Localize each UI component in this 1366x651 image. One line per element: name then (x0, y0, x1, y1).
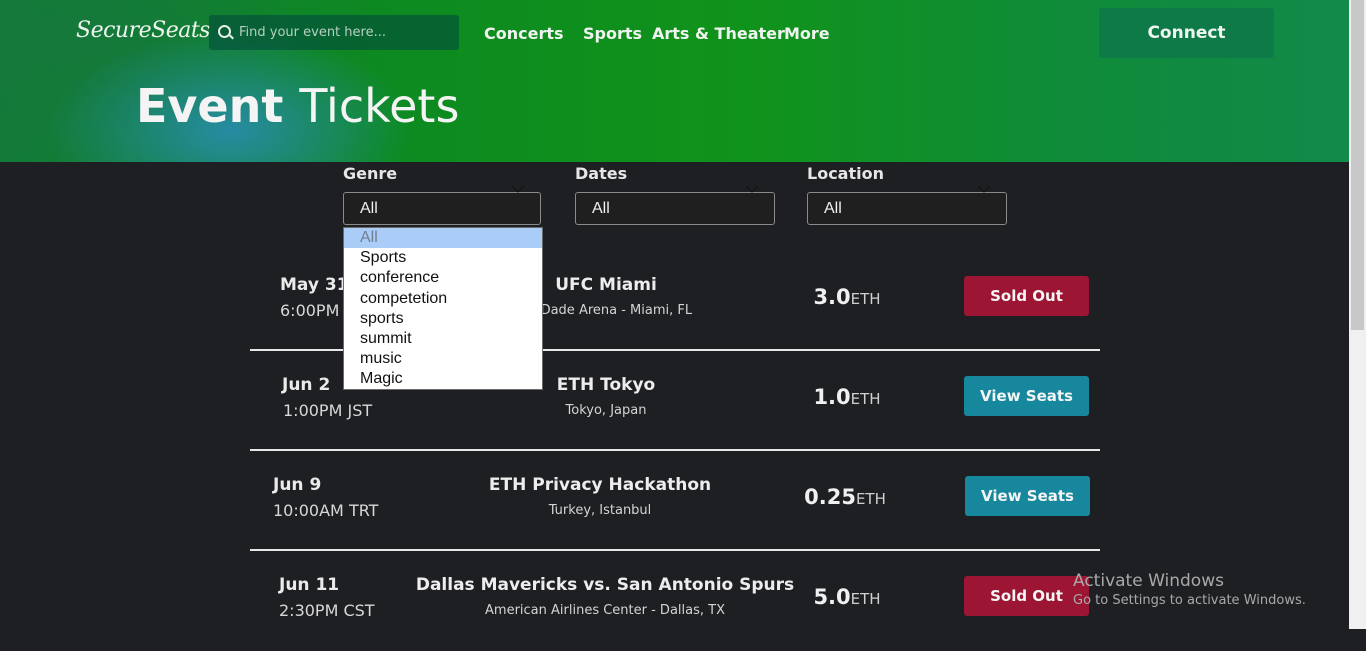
genre-select[interactable]: All (343, 181, 541, 225)
event-date: May 31 (280, 275, 349, 295)
dates-select-value: All (592, 200, 610, 217)
nav-concerts[interactable]: Concerts (484, 24, 564, 43)
search-box[interactable] (209, 15, 459, 50)
event-name[interactable]: ETH Privacy Hackathon (489, 475, 711, 495)
scrollbar-thumb[interactable] (1351, 0, 1364, 330)
activation-subtitle: Go to Settings to activate Windows. (1073, 593, 1306, 608)
event-date: Jun 9 (273, 475, 322, 495)
genre-select-value: All (360, 200, 378, 217)
price-unit: ETH (850, 390, 881, 408)
chevron-down-icon (512, 181, 524, 193)
event-time: 1:00PM JST (283, 401, 373, 420)
genre-option[interactable]: competetion (344, 289, 542, 309)
page-title-light: Tickets (299, 79, 460, 133)
connect-button[interactable]: Connect (1099, 8, 1274, 58)
genre-option[interactable]: sports (344, 309, 542, 329)
nav-sports[interactable]: Sports (583, 24, 642, 43)
chevron-down-icon (746, 181, 758, 193)
event-venue: American Airlines Center - Dallas, TX (485, 603, 725, 618)
price-unit: ETH (850, 290, 881, 308)
event-row: Jun 11 2:30PM CST Dallas Mavericks vs. S… (250, 551, 1100, 651)
event-venue: Turkey, Istanbul (548, 503, 652, 518)
price-amount: 3.0 (813, 285, 851, 309)
genre-option[interactable]: music (344, 349, 542, 369)
event-time: 6:00PM (280, 301, 340, 320)
event-time: 2:30PM CST (279, 601, 375, 620)
genre-option[interactable]: summit (344, 329, 542, 349)
genre-option[interactable]: conference (344, 268, 542, 288)
price-amount: 0.25 (804, 485, 856, 509)
chevron-down-icon (978, 181, 990, 193)
genre-label: Genre (343, 164, 398, 183)
page-title-bold: Event (136, 79, 284, 133)
event-price: 3.0ETH (813, 285, 880, 309)
nav-arts-theater[interactable]: Arts & Theater (652, 24, 785, 43)
event-price: 5.0ETH (813, 585, 880, 609)
dates-select[interactable]: All (575, 181, 775, 225)
event-price: 0.25ETH (804, 485, 886, 509)
event-price: 1.0ETH (813, 385, 880, 409)
genre-option[interactable]: Magic (344, 369, 542, 389)
event-venue: ...i-Dade Arena - Miami, FL (519, 303, 693, 318)
event-row: Jun 9 10:00AM TRT ETH Privacy Hackathon … (250, 451, 1100, 551)
genre-dropdown-list: All Sports conference competetion sports… (343, 227, 543, 390)
event-name[interactable]: Dallas Mavericks vs. San Antonio Spurs (416, 575, 794, 595)
location-select-value: All (824, 200, 842, 217)
event-time: 10:00AM TRT (273, 501, 379, 520)
price-amount: 5.0 (813, 585, 851, 609)
event-name[interactable]: UFC Miami (555, 275, 657, 295)
genre-option[interactable]: All (344, 228, 542, 248)
activation-title: Activate Windows (1073, 571, 1224, 591)
dates-label: Dates (575, 164, 628, 183)
sold-out-button[interactable]: Sold Out (964, 576, 1089, 616)
event-name[interactable]: ETH Tokyo (557, 375, 655, 395)
genre-option[interactable]: Sports (344, 248, 542, 268)
event-date: Jun 2 (282, 375, 331, 395)
event-date: Jun 11 (279, 575, 340, 595)
price-amount: 1.0 (813, 385, 851, 409)
event-venue: Tokyo, Japan (565, 403, 647, 418)
windows-activation-notice: Activate Windows Go to Settings to activ… (1073, 571, 1306, 608)
logo[interactable]: SecureSeats (76, 18, 210, 43)
search-input[interactable] (239, 15, 449, 50)
price-unit: ETH (855, 490, 886, 508)
location-label: Location (807, 164, 884, 183)
sold-out-button[interactable]: Sold Out (964, 276, 1089, 316)
page-title: Event Tickets (136, 78, 459, 134)
search-icon (218, 25, 231, 38)
view-seats-button[interactable]: View Seats (964, 376, 1089, 416)
nav-more[interactable]: More (784, 24, 830, 43)
price-unit: ETH (850, 590, 881, 608)
view-seats-button[interactable]: View Seats (965, 476, 1090, 516)
location-select[interactable]: All (807, 181, 1007, 225)
